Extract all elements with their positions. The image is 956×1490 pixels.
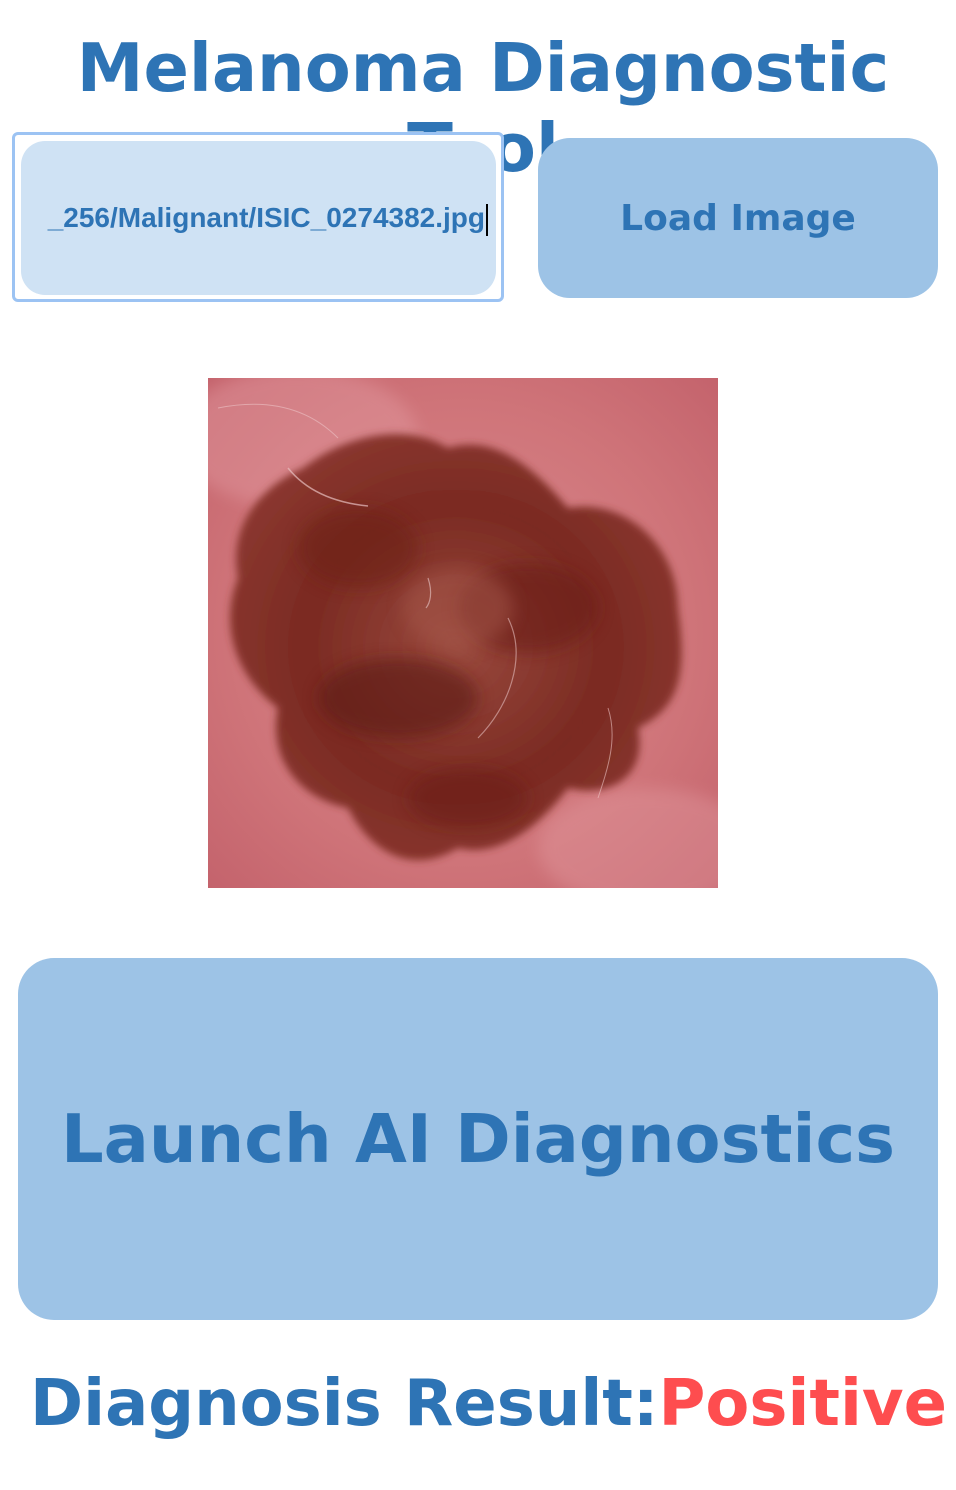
image-path-input-value[interactable]: _256/Malignant/ISIC_0274382.jpg (48, 201, 488, 236)
text-caret (486, 203, 488, 236)
lesion-image-graphic (208, 378, 718, 888)
image-path-field[interactable]: _256/Malignant/ISIC_0274382.jpg (12, 132, 504, 302)
diagnosis-result-label: Diagnosis Result: (30, 1367, 659, 1441)
launch-ai-diagnostics-button[interactable]: Launch AI Diagnostics (18, 958, 938, 1320)
lesion-image (208, 378, 718, 888)
diagnosis-result-value: Positive (658, 1367, 948, 1441)
image-path-input-box[interactable]: _256/Malignant/ISIC_0274382.jpg (21, 141, 496, 295)
image-path-text: _256/Malignant/ISIC_0274382.jpg (47, 202, 485, 233)
diagnosis-result: Diagnosis Result:Positive (30, 1364, 947, 1444)
load-image-button[interactable]: Load Image (538, 138, 938, 298)
